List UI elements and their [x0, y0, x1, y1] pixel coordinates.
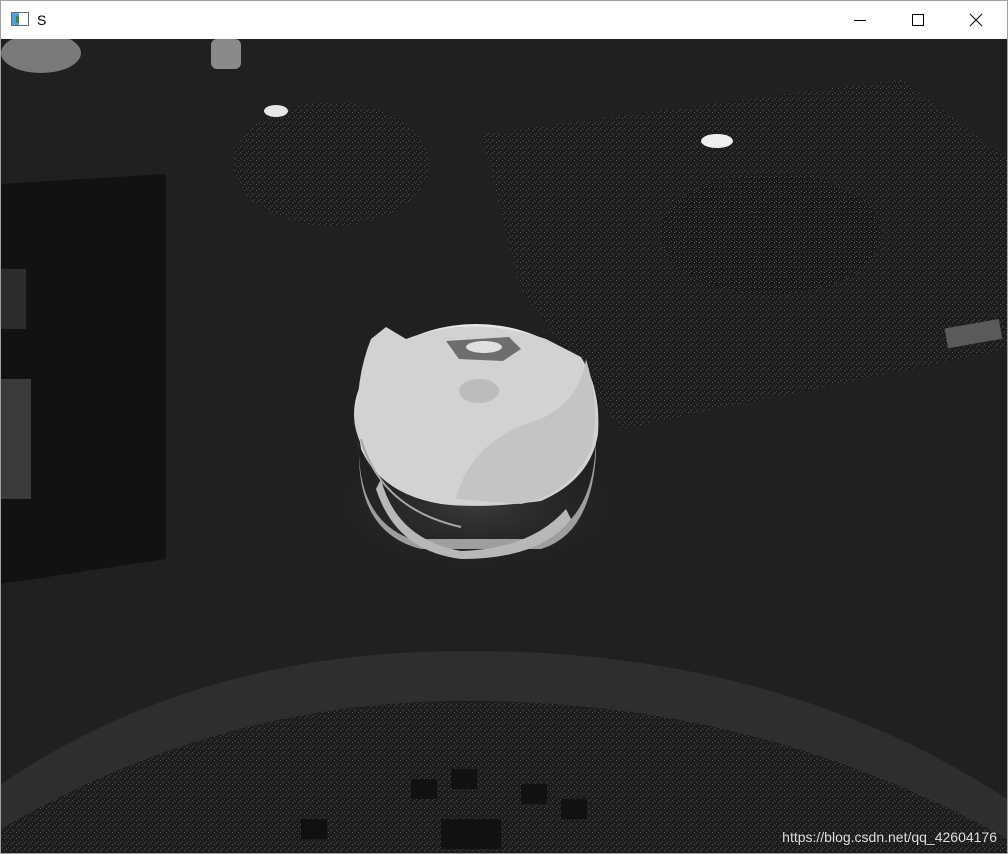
close-button[interactable]	[947, 1, 1005, 39]
app-window: S https://blog.csdn.net/qq_42604176	[0, 0, 1008, 854]
app-window-icon	[11, 12, 29, 26]
maximize-button[interactable]	[889, 1, 947, 39]
minimize-button[interactable]	[831, 1, 889, 39]
window-title: S	[37, 12, 47, 28]
maximize-icon	[912, 14, 924, 26]
image-canvas: https://blog.csdn.net/qq_42604176	[1, 39, 1007, 853]
title-bar[interactable]: S	[1, 1, 1007, 39]
watermark-text: https://blog.csdn.net/qq_42604176	[782, 829, 997, 845]
grayscale-photo	[1, 39, 1007, 853]
minimize-icon	[854, 20, 866, 21]
close-icon	[969, 13, 983, 27]
